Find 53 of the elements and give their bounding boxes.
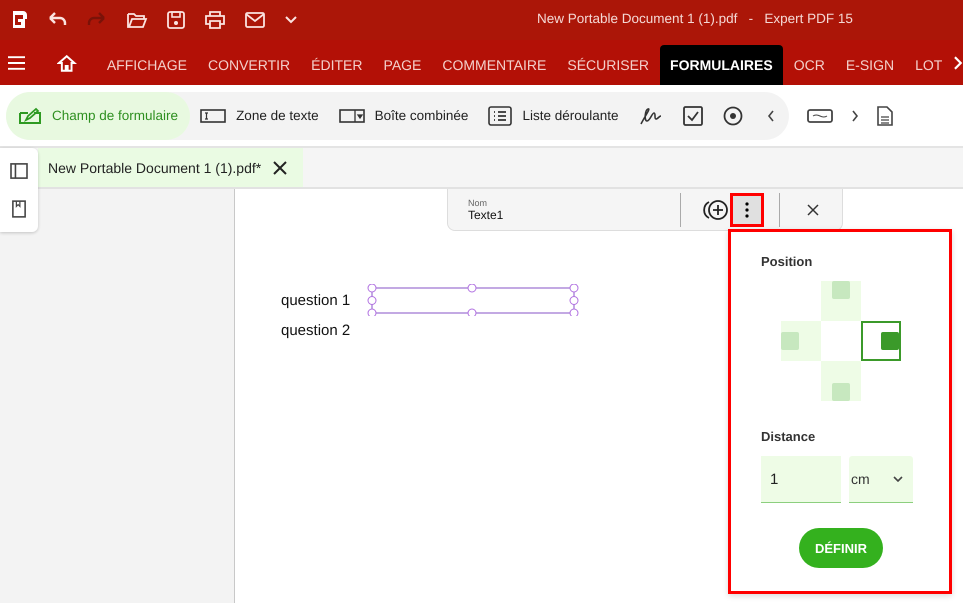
bookmark-icon[interactable] (12, 200, 26, 218)
ribbon-tab[interactable]: LOT (905, 45, 952, 85)
document-icon[interactable] (876, 106, 893, 126)
ribbon-tab[interactable]: AFFICHAGE (96, 45, 197, 85)
ribbon-tab[interactable]: COMMENTAIRE (432, 45, 556, 85)
toolbar-button[interactable]: Boîte combinée (328, 92, 478, 140)
ribbon-tab[interactable]: SÉCURISER (557, 45, 660, 85)
signature-icon (638, 106, 663, 126)
sidebar-toggle-icon[interactable] (10, 162, 28, 178)
checkbox-icon (682, 106, 703, 126)
unit-dropdown[interactable]: cm (849, 456, 913, 503)
position-option[interactable] (861, 321, 901, 361)
more-options-button[interactable] (730, 192, 764, 226)
close-icon[interactable] (807, 204, 819, 216)
question-label: question 1 (281, 292, 352, 308)
ribbon-tab[interactable]: E-SIGN (836, 45, 904, 85)
distance-field[interactable]: 1 (761, 456, 841, 503)
mail-icon[interactable] (244, 11, 266, 29)
name-label: Nom (468, 198, 488, 208)
more-icon (745, 202, 749, 218)
question-label: question 2 (281, 322, 352, 338)
radio-icon (722, 106, 743, 126)
menu-icon[interactable] (8, 56, 26, 70)
document-tab[interactable]: New Portable Document 1 (1).pdf* (38, 148, 304, 187)
print-icon[interactable] (204, 10, 226, 30)
combo-box-icon (338, 108, 365, 122)
chevron-down-icon (893, 476, 903, 482)
distance-label: Distance (761, 429, 816, 444)
ribbon-tab[interactable]: OCR (784, 45, 835, 85)
ribbon-tab[interactable]: ÉDITER (301, 45, 373, 85)
window-title: New Portable Document 1 (1).pdf - Expert PDF 15 (537, 11, 853, 26)
define-button[interactable]: DÉFINIR (799, 528, 883, 568)
save-icon[interactable] (166, 10, 186, 30)
field-name: Texte1 (468, 208, 504, 222)
pencil-field-icon (18, 106, 42, 124)
ribbon-tab[interactable]: FORMULAIRES (660, 45, 783, 85)
list-icon (488, 106, 512, 126)
text-box-icon (200, 108, 226, 122)
chevron-left-icon[interactable] (766, 110, 775, 122)
chevron-right-icon[interactable] (850, 110, 859, 122)
chevron-down-icon[interactable] (284, 15, 298, 25)
toolbar-button[interactable]: Liste déroulante (478, 92, 629, 140)
folder-icon[interactable] (126, 10, 148, 30)
close-icon[interactable] (273, 160, 288, 174)
button-tool-icon[interactable] (806, 108, 833, 122)
toolbar-button[interactable]: Champ de formulaire (6, 92, 190, 140)
ribbon-tab[interactable]: PAGE (374, 45, 432, 85)
home-icon[interactable] (57, 54, 77, 72)
add-circle-icon[interactable] (703, 198, 729, 220)
toolbar-button[interactable]: Zone de texte (190, 92, 329, 140)
ribbon-tab[interactable]: CONVERTIR (198, 45, 300, 85)
selected-text-field[interactable] (367, 284, 579, 316)
position-label: Position (761, 254, 814, 269)
